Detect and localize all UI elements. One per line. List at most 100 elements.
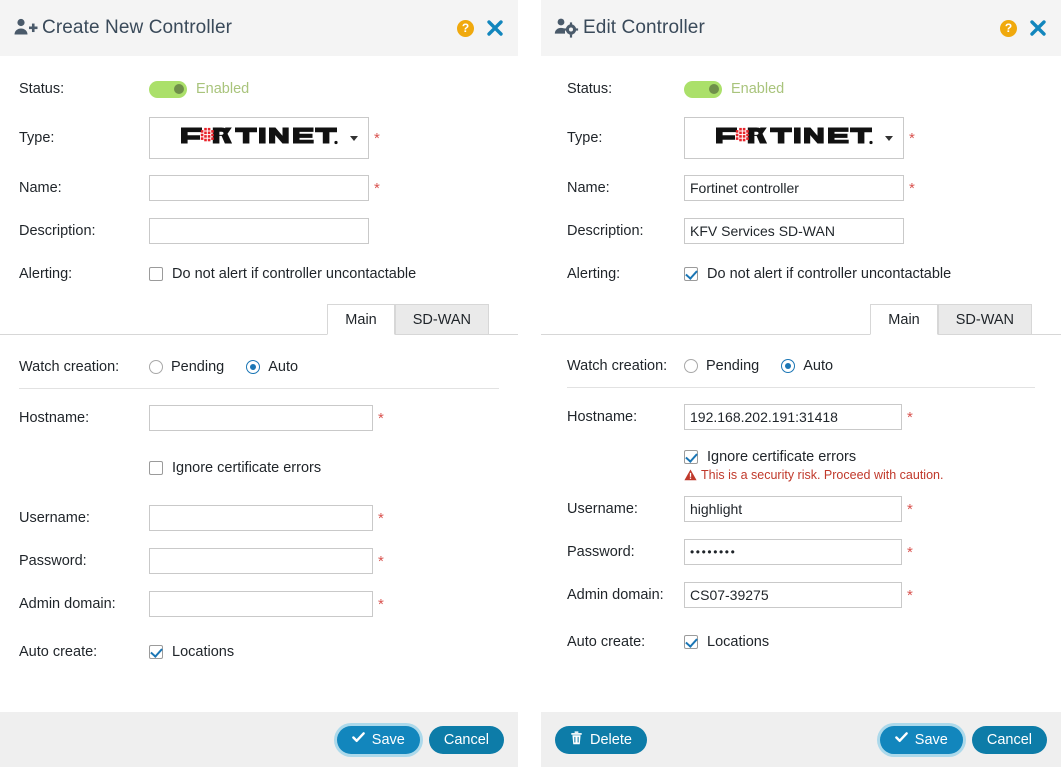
description-label: Description: (19, 223, 96, 239)
username-input[interactable]: highlight (684, 496, 902, 522)
auto-create-row: Auto create: Locations (0, 637, 518, 667)
required-marker: * (378, 409, 384, 427)
dialog-body: Status: Enabled Type: (0, 56, 518, 712)
status-row: Status: Enabled (541, 74, 1061, 104)
username-row: Username: highlight * (541, 494, 1061, 524)
radio-pending-label: Pending (706, 358, 760, 374)
ignore-cert-checkbox[interactable] (149, 461, 163, 475)
ignore-cert-row: Ignore certificate errors (0, 453, 518, 483)
radio-pending[interactable] (684, 359, 698, 373)
tab-sd-wan[interactable]: SD-WAN (937, 304, 1032, 335)
security-warning-text: This is a security risk. Proceed with ca… (701, 468, 944, 482)
cancel-button[interactable]: Cancel (428, 725, 504, 754)
close-icon[interactable] (1029, 19, 1047, 37)
name-input[interactable] (149, 175, 369, 201)
status-label: Status: (19, 81, 65, 97)
hostname-input[interactable] (149, 405, 373, 431)
tab-bar: Main SD-WAN (0, 303, 518, 335)
type-row: Type: * (541, 117, 1061, 159)
delete-button[interactable]: Delete (555, 725, 647, 754)
dialog-footer: Save Cancel (0, 712, 518, 767)
status-value: Enabled (196, 81, 250, 97)
admin-domain-row: Admin domain: * (0, 589, 518, 619)
required-marker: * (907, 408, 913, 426)
radio-auto-label: Auto (803, 358, 834, 374)
password-row: Password: * (0, 546, 518, 576)
type-label: Type: (19, 130, 55, 146)
auto-create-label: Auto create: (19, 644, 98, 660)
type-select[interactable] (684, 117, 904, 159)
fortinet-logo (714, 125, 874, 152)
tab-main[interactable]: Main (327, 304, 395, 335)
alerting-label: Alerting: (567, 266, 621, 282)
status-toggle[interactable] (149, 80, 187, 98)
description-input[interactable] (149, 218, 369, 244)
watch-creation-label: Watch creation: (19, 359, 120, 375)
ignore-cert-label: Ignore certificate errors (707, 449, 857, 465)
user-gear-icon (553, 15, 579, 41)
auto-create-locations-label: Locations (707, 634, 770, 650)
required-marker: * (374, 179, 380, 197)
header-actions: ? (1000, 19, 1047, 37)
radio-auto[interactable] (246, 360, 261, 374)
name-label: Name: (567, 180, 610, 196)
auto-create-locations-checkbox[interactable] (149, 645, 163, 659)
type-row: Type: * (0, 117, 518, 159)
check-icon (894, 731, 908, 748)
status-value: Enabled (731, 81, 785, 97)
admin-domain-row: Admin domain: CS07-39275 * (541, 580, 1061, 610)
screen: Create New Controller ? Status: Enabled (0, 0, 1061, 767)
admin-domain-label: Admin domain: (19, 596, 116, 612)
dialog-header: Edit Controller ? (541, 0, 1061, 56)
admin-domain-input[interactable]: CS07-39275 (684, 582, 902, 608)
hostname-input[interactable]: 192.168.202.191:31418 (684, 404, 902, 430)
help-icon[interactable]: ? (457, 19, 474, 37)
name-row: Name: * (0, 173, 518, 203)
ignore-cert-checkbox[interactable] (684, 450, 698, 464)
hostname-label: Hostname: (567, 409, 638, 425)
description-input[interactable]: KFV Services SD-WAN (684, 218, 904, 244)
tab-main[interactable]: Main (870, 304, 938, 335)
dialog-footer: Delete Save Cancel (541, 712, 1061, 767)
required-marker: * (909, 179, 915, 197)
edit-controller-dialog: Edit Controller ? Status: Enabled Type: … (541, 0, 1061, 767)
save-button[interactable]: Save (336, 725, 420, 754)
page-title: Create New Controller (42, 17, 233, 38)
alerting-checkbox-label: Do not alert if controller uncontactable (172, 266, 417, 282)
hostname-row: Hostname: * (0, 403, 518, 433)
security-warning: This is a security risk. Proceed with ca… (684, 468, 943, 482)
password-input[interactable] (149, 548, 373, 574)
name-input[interactable]: Fortinet controller (684, 175, 904, 201)
watch-creation-row: Watch creation: Pending Auto (541, 351, 1061, 381)
close-icon[interactable] (486, 19, 504, 37)
type-select[interactable] (149, 117, 369, 159)
alerting-label: Alerting: (19, 266, 73, 282)
save-button[interactable]: Save (879, 725, 963, 754)
create-controller-dialog: Create New Controller ? Status: Enabled (0, 0, 518, 767)
tab-sd-wan[interactable]: SD-WAN (394, 304, 489, 335)
password-label: Password: (19, 553, 87, 569)
status-row: Status: Enabled (0, 74, 518, 104)
radio-pending-label: Pending (171, 359, 225, 375)
alerting-checkbox[interactable] (149, 267, 163, 281)
radio-pending[interactable] (149, 360, 163, 374)
password-input[interactable]: •••••••• (684, 539, 902, 565)
alerting-checkbox[interactable] (684, 267, 698, 281)
status-toggle[interactable] (684, 80, 722, 98)
required-marker: * (909, 129, 915, 147)
admin-domain-input[interactable] (149, 591, 373, 617)
help-icon[interactable]: ? (1000, 19, 1017, 37)
cancel-button[interactable]: Cancel (971, 725, 1047, 754)
username-input[interactable] (149, 505, 373, 531)
auto-create-locations-checkbox[interactable] (684, 635, 698, 649)
auto-create-label: Auto create: (567, 634, 646, 650)
required-marker: * (907, 500, 913, 518)
alerting-checkbox-label: Do not alert if controller uncontactable (707, 266, 952, 282)
required-marker: * (378, 509, 384, 527)
radio-auto[interactable] (781, 359, 796, 373)
chevron-down-icon (885, 135, 893, 141)
username-row: Username: * (0, 503, 518, 533)
required-marker: * (378, 595, 384, 613)
auto-create-locations-label: Locations (172, 644, 235, 660)
name-label: Name: (19, 180, 62, 196)
